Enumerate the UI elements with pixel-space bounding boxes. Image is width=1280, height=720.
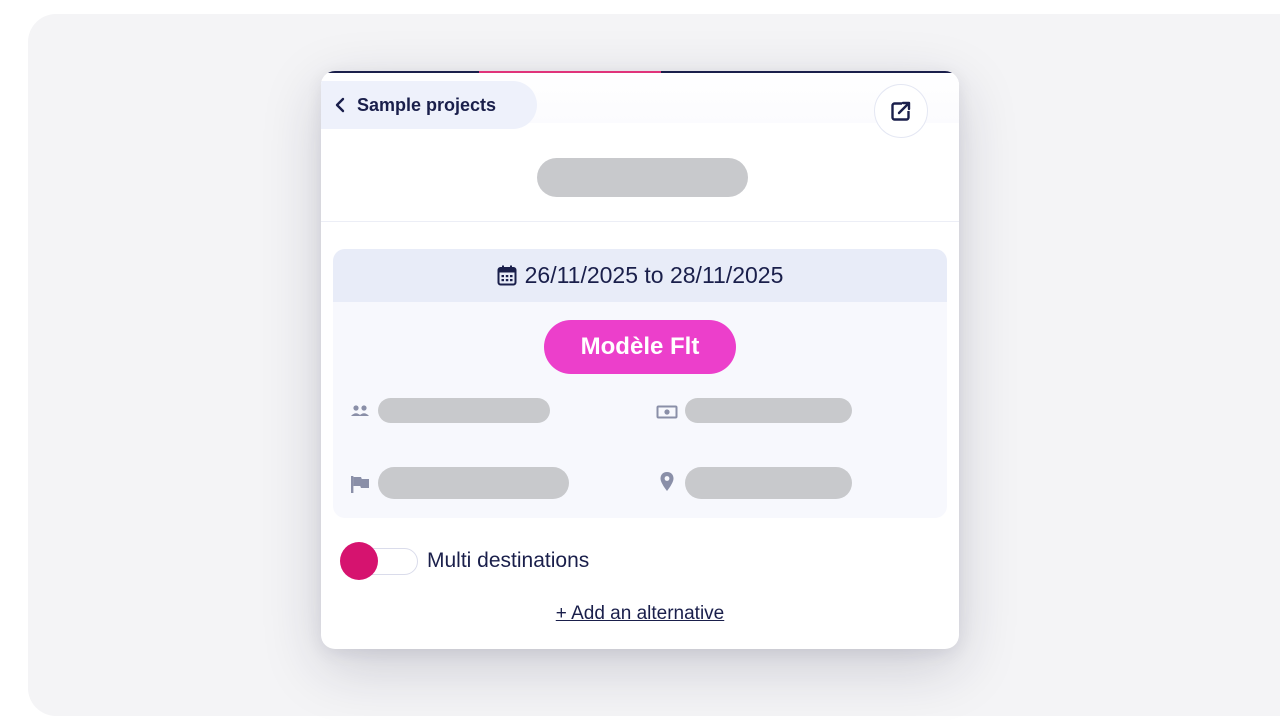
date-range-text: 26/11/2025 to 28/11/2025: [524, 262, 784, 288]
card-header: Sample projects: [321, 71, 959, 222]
travelers-placeholder: [378, 398, 550, 423]
origin-placeholder: [378, 467, 569, 499]
calendar-icon: [497, 265, 517, 286]
people-icon: [351, 405, 369, 416]
project-details-panel: 26/11/2025 to 28/11/2025 Modèle Flt: [333, 249, 947, 518]
top-progress-accent: [479, 71, 661, 73]
back-to-sample-projects-button[interactable]: Sample projects: [321, 81, 537, 129]
project-title-placeholder: [537, 158, 748, 197]
multi-destinations-row: Multi destinations: [340, 541, 589, 581]
project-card: Sample projects 26/11/2025 to 28/11/2025…: [321, 71, 959, 649]
chevron-left-icon: [335, 97, 345, 113]
multi-destinations-label: Multi destinations: [427, 549, 590, 572]
add-alternative-link[interactable]: + Add an alternative: [321, 603, 959, 625]
project-type-tag: Modèle Flt: [544, 320, 736, 374]
money-icon: [656, 405, 678, 419]
budget-placeholder: [685, 398, 852, 423]
back-button-label: Sample projects: [357, 94, 497, 115]
location-pin-icon: [660, 472, 674, 491]
destination-placeholder: [685, 467, 852, 499]
toggle-knob: [340, 542, 378, 580]
multi-destinations-toggle[interactable]: [340, 542, 418, 580]
date-range-bar: 26/11/2025 to 28/11/2025: [333, 249, 947, 302]
open-external-button[interactable]: [874, 84, 928, 138]
flag-icon: [351, 476, 369, 493]
external-link-icon: [891, 101, 912, 121]
